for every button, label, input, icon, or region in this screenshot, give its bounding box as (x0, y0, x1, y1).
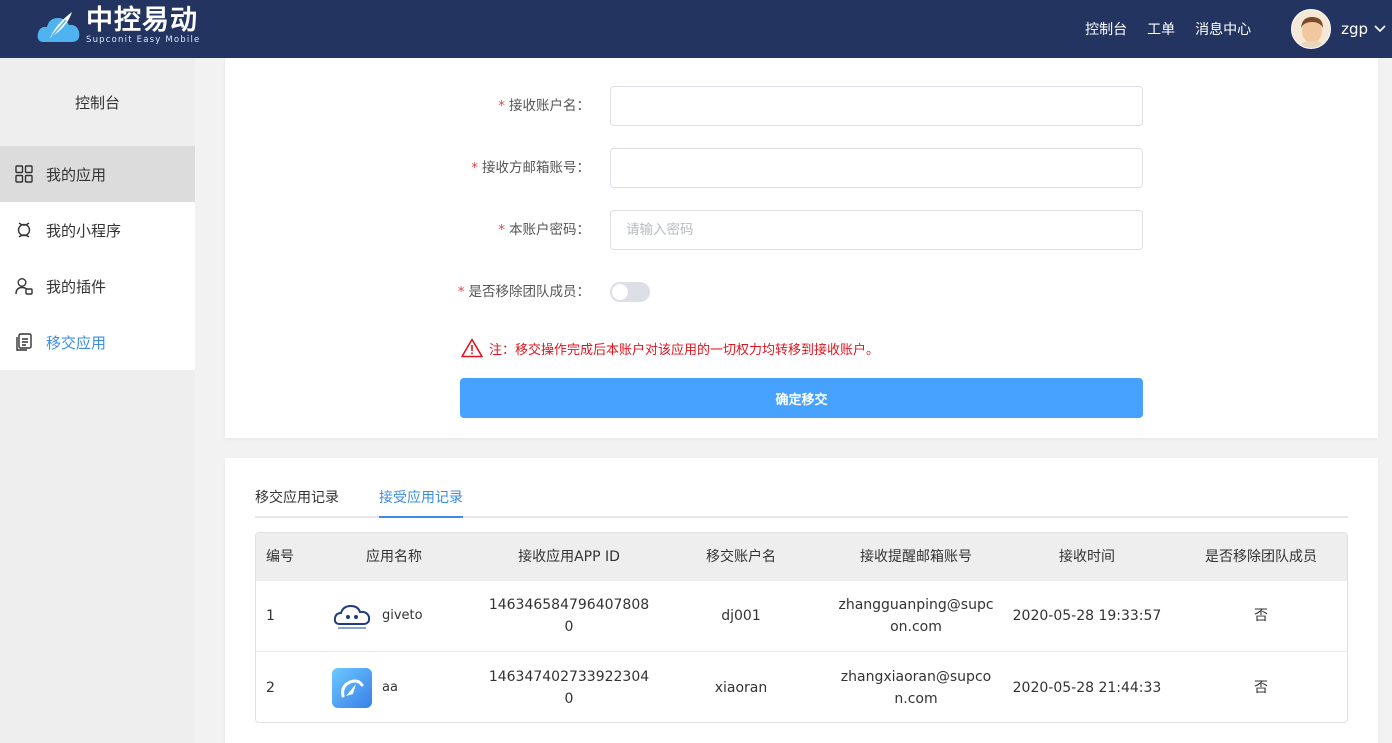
sidebar: 控制台 我的应用 我的小程序 我的插件 移交应用 (0, 58, 195, 743)
app-name: aa (382, 679, 398, 695)
sidebar-item-label: 我的插件 (46, 277, 107, 296)
password-row: * 本账户密码： (225, 210, 1378, 250)
remove-member-row: * 是否移除团队成员： (225, 272, 1378, 312)
receiver-account-row: * 接收账户名： (225, 86, 1378, 126)
remove-member-label: * 是否移除团队成员： (457, 284, 590, 300)
giveto-app-logo-icon (332, 596, 372, 636)
records-tabs: 移交应用记录 接受应用记录 (255, 480, 1348, 518)
password-input[interactable] (610, 210, 1143, 250)
brand-title: 中控易动 (86, 5, 198, 37)
transfer-doc-icon (14, 332, 34, 352)
row-time: 2020-05-28 19:33:57 (1012, 608, 1162, 624)
top-header: 中控易动 Supconit Easy Mobile 控制台 工单 消息中心 zg… (0, 0, 1392, 58)
table-row[interactable]: 2 aa 146347402733922304 0 xiaoran zhangxi… (256, 652, 1347, 722)
row-from-account: dj001 (721, 608, 761, 624)
row-app-id: 146346584796407808 0 (488, 597, 650, 635)
receiver-email-input[interactable] (610, 148, 1143, 188)
receiver-account-input[interactable] (610, 86, 1143, 126)
receiver-account-label: * 接收账户名： (498, 98, 590, 114)
brand-logo[interactable]: 中控易动 Supconit Easy Mobile (36, 6, 200, 46)
sidebar-item-plugins[interactable]: 我的插件 (0, 258, 195, 314)
tab-transfer-records[interactable]: 移交应用记录 (255, 480, 339, 518)
row-removed: 否 (1254, 608, 1268, 624)
sidebar-item-label: 我的小程序 (46, 221, 122, 240)
table-row[interactable]: 1 giveto 146346584796407808 0 dj001 zhang… (256, 581, 1347, 652)
col-header-from-account: 移交账户名 (706, 549, 776, 565)
plugin-user-icon (14, 276, 34, 296)
row-no: 2 (266, 679, 275, 696)
receiver-email-label: * 接收方邮箱账号： (471, 160, 590, 176)
aa-app-logo-icon (332, 667, 372, 708)
row-time: 2020-05-28 21:44:33 (1012, 679, 1162, 696)
row-no: 1 (266, 608, 275, 624)
mini-program-icon (14, 220, 34, 240)
sidebar-item-transfer-app[interactable]: 移交应用 (0, 314, 195, 370)
chevron-down-icon[interactable] (1374, 23, 1386, 35)
col-header-removed: 是否移除团队成员 (1205, 549, 1317, 565)
row-app: giveto (332, 596, 423, 636)
table-header: 编号 应用名称 接收应用APP ID 移交账户名 接收提醒邮箱账号 接收时间 是… (256, 533, 1347, 581)
tab-received-records[interactable]: 接受应用记录 (379, 480, 463, 518)
row-app: aa (332, 667, 398, 708)
toggle-knob (612, 284, 628, 300)
row-from-account: xiaoran (714, 679, 768, 696)
top-nav: 控制台 工单 消息中心 zgp (1085, 0, 1392, 58)
col-header-app-name: 应用名称 (366, 549, 422, 565)
received-records-table: 编号 应用名称 接收应用APP ID 移交账户名 接收提醒邮箱账号 接收时间 是… (255, 532, 1348, 723)
col-header-app-id: 接收应用APP ID (518, 549, 620, 565)
nav-messages[interactable]: 消息中心 (1195, 19, 1251, 39)
row-app-id: 146347402733922304 0 (488, 668, 650, 707)
nav-console[interactable]: 控制台 (1085, 19, 1127, 39)
col-header-email: 接收提醒邮箱账号 (860, 549, 972, 565)
brand-subtitle: Supconit Easy Mobile (86, 35, 201, 46)
row-email: zhangguanping@supc on.com (838, 597, 994, 635)
col-header-time: 接收时间 (1059, 549, 1115, 565)
grid-icon (14, 164, 34, 184)
row-removed: 否 (1254, 679, 1268, 696)
cloud-feather-logo-icon (36, 6, 86, 46)
warning-text: 注：移交操作完成后本账户对该应用的一切权力均转移到接收账户。 (489, 342, 880, 358)
row-email: zhangxiaoran@supco n.com (840, 668, 992, 707)
sidebar-item-mini-programs[interactable]: 我的小程序 (0, 202, 195, 258)
sidebar-item-my-apps[interactable]: 我的应用 (0, 146, 195, 202)
sidebar-item-label: 我的应用 (46, 165, 107, 184)
user-avatar[interactable] (1291, 9, 1332, 49)
warning-triangle-icon (461, 338, 483, 358)
username[interactable]: zgp (1341, 20, 1368, 38)
sidebar-title[interactable]: 控制台 (0, 58, 195, 146)
nav-ticket[interactable]: 工单 (1147, 19, 1175, 39)
records-panel: 移交应用记录 接受应用记录 编号 应用名称 接收应用APP ID 移交账户名 接… (225, 458, 1378, 743)
app-name: giveto (382, 608, 423, 623)
transfer-warning: 注：移交操作完成后本账户对该应用的一切权力均转移到接收账户。 (461, 338, 879, 358)
remove-member-toggle[interactable] (610, 282, 650, 302)
sidebar-item-label: 移交应用 (46, 333, 107, 352)
receiver-email-row: * 接收方邮箱账号： (225, 148, 1378, 188)
transfer-form-panel: * 接收账户名： * 接收方邮箱账号： * 本账户密码： * 是否移除团队成员： 注：移… (225, 58, 1378, 438)
confirm-transfer-button[interactable]: 确定移交 (460, 378, 1143, 418)
password-label: * 本账户密码： (498, 222, 590, 238)
col-header-no: 编号 (266, 549, 294, 565)
